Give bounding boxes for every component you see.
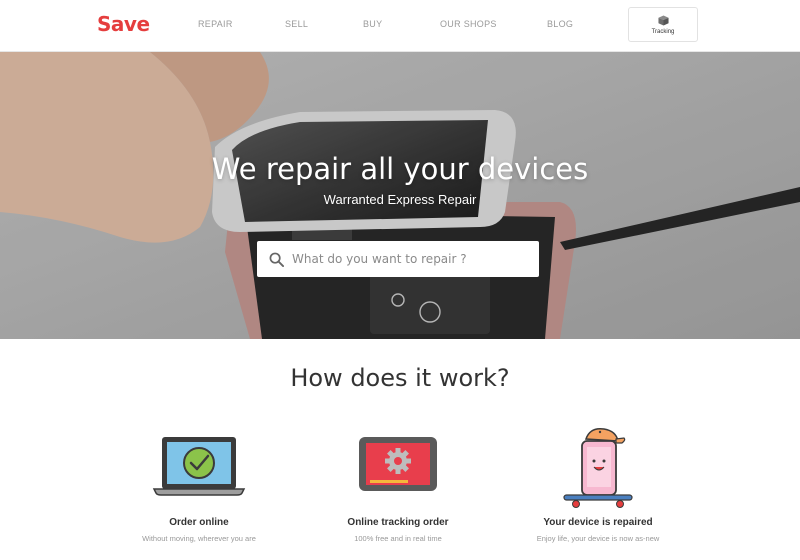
happy-phone-skateboard-icon [563, 427, 633, 508]
hero-banner: We repair all your devices Warranted Exp… [0, 52, 800, 339]
search-input[interactable] [292, 252, 532, 266]
nav-repair[interactable]: REPAIR [198, 19, 233, 29]
step-order-online: Order online Without moving, wherever yo… [109, 425, 289, 543]
nav-sell[interactable]: SELL [285, 19, 308, 29]
hero-title: We repair all your devices [211, 152, 589, 186]
step-device-repaired: Your device is repaired Enjoy life, your… [508, 425, 688, 543]
search-bar[interactable] [257, 241, 539, 277]
nav-buy[interactable]: BUY [363, 19, 382, 29]
laptop-check-icon [152, 437, 246, 496]
step-title: Your device is repaired [543, 517, 653, 528]
step-title: Online tracking order [347, 517, 449, 528]
step-online-tracking: Online tracking order 100% free and in r… [308, 425, 488, 543]
tracking-label: Tracking [651, 28, 675, 35]
tracking-button[interactable]: Tracking [628, 7, 698, 42]
step-description: 100% free and in real time [354, 534, 442, 543]
nav-blog[interactable]: BLOG [547, 19, 573, 29]
how-it-works-title: How does it work? [290, 364, 510, 392]
step-description: Enjoy life, your device is now as-new [536, 534, 660, 543]
nav-our-shops[interactable]: OUR SHOPS [440, 19, 497, 29]
step-description: Without moving, wherever you are [142, 534, 256, 543]
step-title: Order online [169, 517, 229, 528]
box-icon [657, 14, 669, 26]
logo[interactable]: Save [97, 12, 150, 36]
hero-subtitle: Warranted Express Repair [323, 192, 477, 207]
tablet-gear-icon [359, 437, 437, 491]
search-icon [269, 252, 284, 267]
site-header: Save REPAIR SELL BUY OUR SHOPS BLOG Trac… [0, 0, 800, 52]
